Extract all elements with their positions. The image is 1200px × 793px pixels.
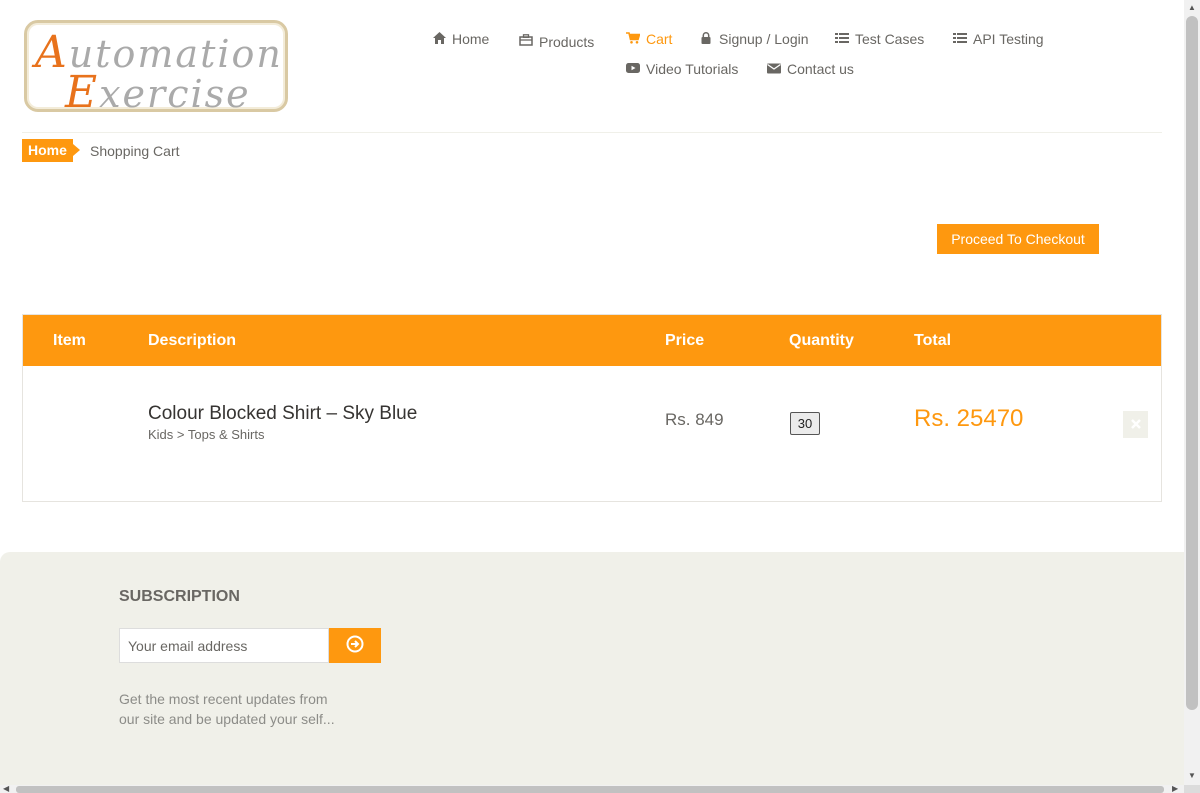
nav-home-label: Home xyxy=(452,31,490,47)
nav-test-cases[interactable]: Test Cases xyxy=(835,31,924,47)
vertical-scroll-thumb[interactable] xyxy=(1186,16,1198,710)
youtube-icon xyxy=(626,62,640,77)
footer: SUBSCRIPTION Get the most recent updates… xyxy=(0,552,1184,785)
horizontal-scroll-thumb[interactable] xyxy=(16,786,1164,793)
proceed-to-checkout-button[interactable]: Proceed To Checkout xyxy=(937,224,1099,254)
times-icon xyxy=(1130,416,1141,434)
nav-home[interactable]: Home xyxy=(432,31,489,47)
nav-signup-login[interactable]: Signup / Login xyxy=(699,31,809,47)
nav-signup-login-label: Signup / Login xyxy=(719,31,809,47)
cart-table-header: Item Description Price Quantity Total xyxy=(23,315,1161,366)
header-item: Item xyxy=(53,332,86,349)
scroll-left-arrow-icon[interactable]: ◀ xyxy=(3,785,9,793)
breadcrumb-current: Shopping Cart xyxy=(90,143,180,159)
nav-video-tutorials[interactable]: Video Tutorials xyxy=(626,61,738,77)
product-category: Kids > Tops & Shirts xyxy=(148,427,265,442)
breadcrumb-home[interactable]: Home xyxy=(22,139,80,162)
nav-api-testing-label: API Testing xyxy=(973,31,1044,47)
logo-word-2: xercise xyxy=(99,72,251,116)
vertical-scrollbar[interactable]: ▲ ▼ xyxy=(1184,0,1200,785)
list-icon xyxy=(835,32,849,47)
horizontal-scrollbar[interactable]: ◀ ▶ xyxy=(0,785,1184,793)
list-icon xyxy=(953,32,967,47)
nav-video-tutorials-label: Video Tutorials xyxy=(646,61,739,77)
arrow-circle-right-icon xyxy=(346,635,364,656)
logo-initial-e: E xyxy=(65,67,100,118)
header-description: Description xyxy=(148,332,237,349)
subscription-text: Get the most recent updates from our sit… xyxy=(119,691,335,727)
logo-initial-a: A xyxy=(35,27,69,78)
header-divider xyxy=(22,132,1162,133)
quantity-button[interactable]: 30 xyxy=(790,412,820,435)
product-price: Rs. 849 xyxy=(665,410,724,429)
delete-item-button[interactable] xyxy=(1123,411,1148,438)
nav-cart-label: Cart xyxy=(646,31,673,47)
scroll-down-arrow-icon[interactable]: ▼ xyxy=(1188,772,1196,780)
nav-contact-us[interactable]: Contact us xyxy=(767,61,854,77)
scrollbar-corner xyxy=(1184,785,1200,793)
subscription-email-input[interactable] xyxy=(119,628,329,663)
nav-api-testing[interactable]: API Testing xyxy=(953,31,1044,47)
logo[interactable]: Automation Exercise xyxy=(24,20,288,118)
page: Automation Exercise Home Products Cart S… xyxy=(0,0,1184,785)
subscribe-button[interactable] xyxy=(329,628,381,663)
nav-contact-us-label: Contact us xyxy=(787,61,854,77)
scroll-right-arrow-icon[interactable]: ▶ xyxy=(1172,785,1178,793)
header-price: Price xyxy=(665,332,705,349)
logo-line-2: Exercise xyxy=(65,67,251,118)
home-icon xyxy=(432,31,446,47)
cart-icon xyxy=(626,31,641,47)
scroll-up-arrow-icon[interactable]: ▲ xyxy=(1188,4,1196,12)
product-name[interactable]: Colour Blocked Shirt – Sky Blue xyxy=(148,403,417,425)
nav-test-cases-label: Test Cases xyxy=(855,31,925,47)
envelope-icon xyxy=(767,62,781,77)
lock-icon xyxy=(699,31,713,47)
cart-table: Item Description Price Quantity Total Co… xyxy=(22,314,1162,502)
subscription-title: SUBSCRIPTION xyxy=(119,588,240,605)
product-total: Rs. 25470 xyxy=(914,405,1024,432)
nav-products-label: Products xyxy=(539,34,595,50)
shirt-icon xyxy=(519,33,533,49)
nav-cart[interactable]: Cart xyxy=(626,31,672,47)
header-quantity: Quantity xyxy=(789,332,854,349)
nav-products[interactable]: Products xyxy=(519,32,594,50)
header-total: Total xyxy=(914,332,952,349)
